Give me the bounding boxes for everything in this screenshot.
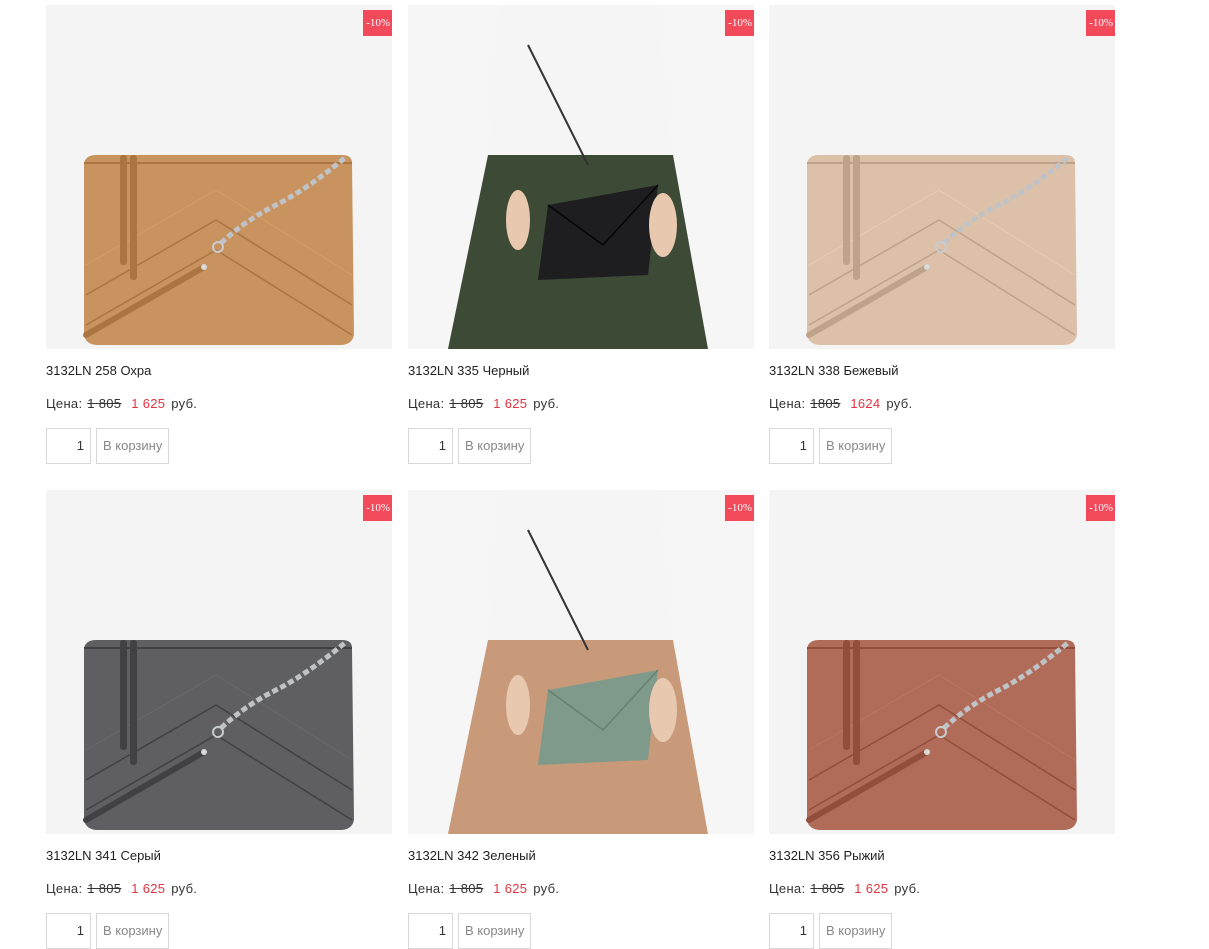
sale-price: 1 625 [854,881,889,896]
currency: руб. [533,396,560,411]
quantity-input[interactable]: 1 [408,913,453,949]
quantity-input[interactable]: 1 [46,428,91,464]
sale-price: 1 625 [493,881,528,896]
product-price: Цена: 1 805 1 625 руб. [769,881,1115,897]
discount-badge: -10% [725,495,754,521]
add-to-cart-row: 1 В корзину [408,428,754,464]
bag-image [46,490,392,834]
quantity-input[interactable]: 1 [769,428,814,464]
product-price: Цена: 1 805 1 625 руб. [408,881,754,897]
product-title[interactable]: 3132LN 338 Бежевый [769,363,1115,379]
product-title[interactable]: 3132LN 356 Рыжий [769,848,1115,864]
quantity-input[interactable]: 1 [769,913,814,949]
product-card: -10% 3132LN 341 Серый Цена: 1 805 1 625 … [46,490,392,949]
discount-badge: -10% [363,495,392,521]
price-label: Цена: [46,396,83,411]
product-title[interactable]: 3132LN 335 Черный [408,363,754,379]
discount-badge: -10% [1086,10,1115,36]
bag-image [769,5,1115,349]
quantity-input[interactable]: 1 [46,913,91,949]
add-to-cart-button[interactable]: В корзину [819,428,893,464]
old-price: 1 805 [449,396,484,411]
currency: руб. [171,881,198,896]
price-label: Цена: [408,881,445,896]
add-to-cart-row: 1 В корзину [769,913,1115,949]
add-to-cart-row: 1 В корзину [46,913,392,949]
product-photo[interactable] [769,5,1115,349]
price-label: Цена: [769,881,806,896]
product-photo[interactable] [46,490,392,834]
old-price: 1 805 [87,396,122,411]
currency: руб. [171,396,198,411]
bag-image [408,490,754,834]
product-photo[interactable] [46,5,392,349]
product-title[interactable]: 3132LN 342 Зеленый [408,848,754,864]
product-price: Цена: 1 805 1 625 руб. [46,396,392,412]
product-card: -10% 3132LN 338 Бежевый Цена: 1805 1624 … [769,5,1115,464]
discount-badge: -10% [1086,495,1115,521]
add-to-cart-row: 1 В корзину [46,428,392,464]
add-to-cart-button[interactable]: В корзину [96,428,170,464]
price-label: Цена: [46,881,83,896]
old-price: 1 805 [449,881,484,896]
product-photo[interactable] [408,490,754,834]
product-photo[interactable] [769,490,1115,834]
add-to-cart-row: 1 В корзину [769,428,1115,464]
sale-price: 1 625 [131,881,166,896]
quantity-input[interactable]: 1 [408,428,453,464]
product-price: Цена: 1805 1624 руб. [769,396,1115,412]
currency: руб. [894,881,921,896]
product-title[interactable]: 3132LN 258 Охра [46,363,392,379]
product-price: Цена: 1 805 1 625 руб. [408,396,754,412]
sale-price: 1 625 [131,396,166,411]
sale-price: 1 625 [493,396,528,411]
add-to-cart-button[interactable]: В корзину [96,913,170,949]
product-title[interactable]: 3132LN 341 Серый [46,848,392,864]
bag-image [46,5,392,349]
price-label: Цена: [769,396,806,411]
product-grid: -10% 3132LN 258 Охра Цена: 1 805 1 625 р… [0,0,1209,949]
add-to-cart-row: 1 В корзину [408,913,754,949]
add-to-cart-button[interactable]: В корзину [819,913,893,949]
currency: руб. [533,881,560,896]
product-card: -10% 3132LN 342 Зеленый Цена: 1 805 1 62… [408,490,754,949]
old-price: 1805 [810,396,841,411]
discount-badge: -10% [363,10,392,36]
old-price: 1 805 [87,881,122,896]
product-card: -10% 3132LN 356 Рыжий Цена: 1 805 1 625 … [769,490,1115,949]
product-card: -10% 3132LN 335 Черный Цена: 1 805 1 625… [408,5,754,464]
discount-badge: -10% [725,10,754,36]
product-card: -10% 3132LN 258 Охра Цена: 1 805 1 625 р… [46,5,392,464]
add-to-cart-button[interactable]: В корзину [458,428,532,464]
bag-image [769,490,1115,834]
currency: руб. [886,396,913,411]
product-price: Цена: 1 805 1 625 руб. [46,881,392,897]
bag-image [408,5,754,349]
old-price: 1 805 [810,881,845,896]
product-photo[interactable] [408,5,754,349]
price-label: Цена: [408,396,445,411]
add-to-cart-button[interactable]: В корзину [458,913,532,949]
sale-price: 1624 [850,396,881,411]
